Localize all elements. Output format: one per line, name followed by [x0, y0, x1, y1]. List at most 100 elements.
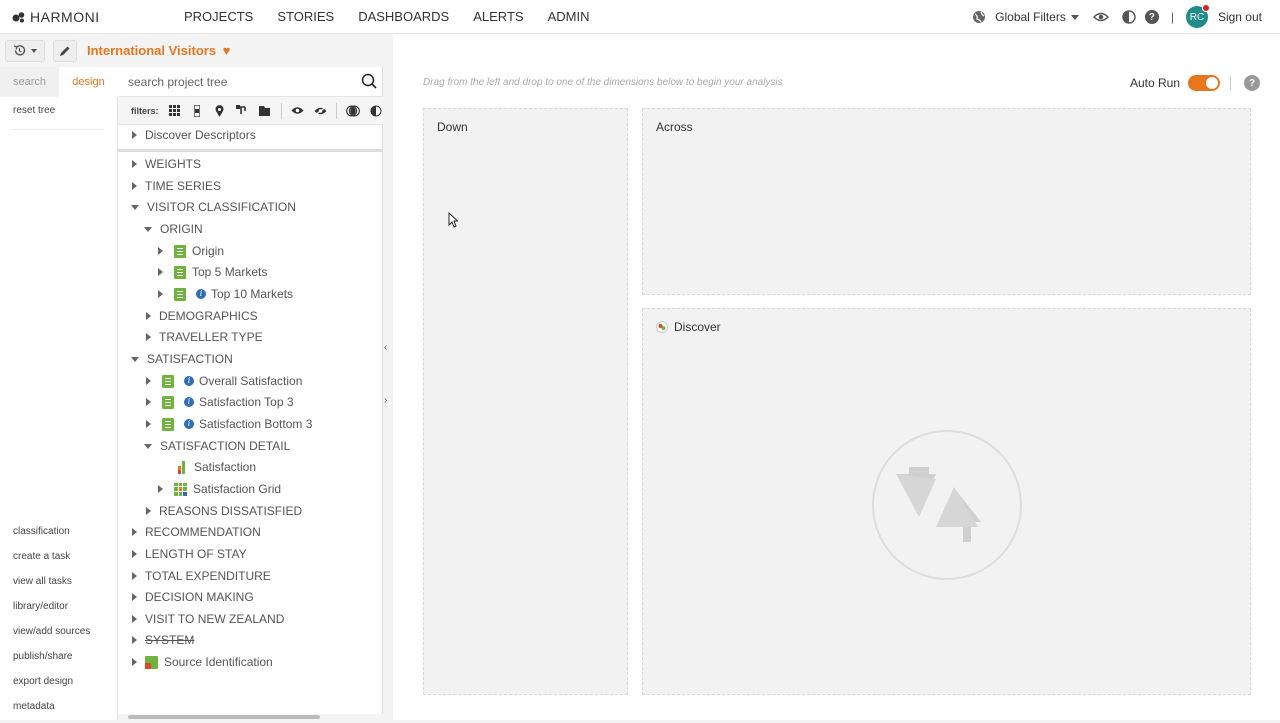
tree-item[interactable]: Satisfaction [176, 457, 256, 477]
nav-projects[interactable]: PROJECTS [172, 0, 265, 34]
search-input[interactable] [128, 73, 348, 91]
link-metadata[interactable]: metadata [13, 698, 90, 723]
nav-admin[interactable]: ADMIN [536, 0, 602, 34]
toggle-left-icon[interactable] [346, 104, 360, 118]
tree-item[interactable]: REASONS DISSATISFIED [146, 501, 302, 521]
collapse-left-icon[interactable]: ‹ [384, 342, 387, 353]
search-icon[interactable] [361, 73, 377, 89]
tree-item[interactable]: VISITOR CLASSIFICATION [131, 197, 296, 217]
brand-logo[interactable]: HARMONI [12, 9, 100, 25]
caret-right-icon[interactable] [146, 333, 151, 341]
caret-right-icon[interactable] [146, 398, 151, 406]
reset-tree-link[interactable]: reset tree [13, 105, 55, 116]
sign-out-link[interactable]: Sign out [1218, 10, 1262, 24]
link-export-design[interactable]: export design [13, 673, 90, 698]
caret-right-icon[interactable] [132, 593, 137, 601]
down-dropzone[interactable]: Down [423, 108, 628, 695]
caret-right-icon[interactable] [132, 131, 137, 139]
project-title[interactable]: International Visitors ♥ [87, 43, 230, 58]
tree-item[interactable]: LENGTH OF STAY [132, 544, 247, 564]
globe-icon[interactable] [971, 9, 987, 25]
scrollbar-thumb[interactable] [128, 715, 320, 719]
caret-right-icon[interactable] [132, 182, 137, 190]
map-pin-icon[interactable] [213, 104, 227, 118]
caret-right-icon[interactable] [158, 247, 163, 255]
discover-dropzone[interactable]: Discover [642, 308, 1251, 695]
tree-item[interactable]: SYSTEM [132, 630, 194, 650]
help-icon[interactable]: ? [1244, 75, 1260, 91]
tree-item[interactable]: TRAVELLER TYPE [146, 327, 263, 347]
tree-item[interactable]: i Satisfaction Top 3 [146, 392, 294, 412]
caret-right-icon[interactable] [158, 290, 163, 298]
tree-item[interactable]: i Overall Satisfaction [146, 371, 302, 391]
eye-icon[interactable] [1092, 9, 1109, 25]
hierarchy-icon[interactable] [235, 104, 249, 118]
caret-right-icon[interactable] [132, 160, 137, 168]
caret-down-icon[interactable] [144, 444, 152, 449]
tree-item[interactable]: DEMOGRAPHICS [146, 306, 258, 326]
folder-icon[interactable] [258, 104, 272, 118]
column-filter-icon[interactable] [190, 104, 204, 118]
avatar[interactable]: RC [1185, 4, 1210, 28]
heart-icon[interactable]: ♥ [223, 43, 231, 58]
caret-right-icon[interactable] [146, 507, 151, 515]
panel-splitter[interactable]: ‹ › [383, 34, 393, 720]
tree-item[interactable]: Top 5 Markets [158, 262, 267, 282]
half-circle-icon[interactable] [369, 104, 383, 118]
horizontal-scrollbar[interactable] [118, 714, 383, 720]
edit-button[interactable] [53, 39, 77, 62]
caret-right-icon[interactable] [132, 658, 137, 666]
tree-item[interactable]: Origin [158, 241, 224, 261]
history-button[interactable] [5, 39, 45, 62]
tree-item[interactable]: Discover Descriptors [132, 125, 256, 145]
expand-right-icon[interactable]: › [384, 395, 387, 406]
info-icon[interactable]: i [184, 376, 194, 386]
tree-item[interactable]: RECOMMENDATION [132, 522, 261, 542]
caret-right-icon[interactable] [146, 377, 151, 385]
link-view-all-tasks[interactable]: view all tasks [13, 573, 90, 598]
tree-item[interactable]: Source Identification [132, 652, 273, 672]
caret-right-icon[interactable] [132, 572, 137, 580]
caret-right-icon[interactable] [132, 615, 137, 623]
eye-slash-icon[interactable] [313, 104, 327, 118]
caret-down-icon[interactable] [144, 227, 152, 232]
caret-down-icon[interactable] [131, 205, 139, 210]
tree-item[interactable]: Satisfaction Grid [158, 479, 281, 499]
tree-item[interactable]: i Top 10 Markets [158, 284, 293, 304]
caret-down-icon[interactable] [131, 357, 139, 362]
help-icon[interactable]: ? [1144, 10, 1159, 24]
info-icon[interactable]: i [184, 419, 194, 429]
tree-item[interactable]: WEIGHTS [132, 154, 201, 174]
nav-stories[interactable]: STORIES [265, 0, 346, 34]
tree-item[interactable]: VISIT TO NEW ZEALAND [132, 609, 284, 629]
grid-filter-icon[interactable] [168, 104, 182, 118]
caret-right-icon[interactable] [132, 528, 137, 536]
nav-alerts[interactable]: ALERTS [461, 0, 535, 34]
tree-item[interactable]: SATISFACTION [131, 349, 233, 369]
tree-item[interactable]: TIME SERIES [132, 176, 221, 196]
tree-item[interactable]: SATISFACTION DETAIL [144, 436, 290, 456]
across-dropzone[interactable]: Across [642, 108, 1251, 295]
tab-design[interactable]: design [59, 67, 118, 97]
caret-right-icon[interactable] [132, 636, 137, 644]
caret-right-icon[interactable] [146, 312, 151, 320]
caret-right-icon[interactable] [132, 550, 137, 558]
info-icon[interactable]: i [184, 397, 194, 407]
tree-item[interactable]: ORIGIN [144, 219, 203, 239]
global-filters-dropdown[interactable]: Global Filters [995, 10, 1079, 24]
link-create-task[interactable]: create a task [13, 548, 90, 573]
caret-right-icon[interactable] [158, 485, 163, 493]
tree-item[interactable]: DECISION MAKING [132, 587, 254, 607]
auto-run-toggle[interactable] [1188, 75, 1220, 91]
caret-right-icon[interactable] [146, 420, 151, 428]
link-publish-share[interactable]: publish/share [13, 648, 90, 673]
contrast-icon[interactable] [1121, 9, 1137, 25]
caret-right-icon[interactable] [158, 268, 163, 276]
nav-dashboards[interactable]: DASHBOARDS [346, 0, 461, 34]
tree-item[interactable]: i Satisfaction Bottom 3 [146, 414, 312, 434]
link-classification[interactable]: classification [13, 523, 90, 548]
tab-search[interactable]: search [0, 67, 59, 97]
link-view-add-sources[interactable]: view/add sources [13, 623, 90, 648]
info-icon[interactable]: i [196, 289, 206, 299]
tree-item[interactable]: TOTAL EXPENDITURE [132, 566, 271, 586]
